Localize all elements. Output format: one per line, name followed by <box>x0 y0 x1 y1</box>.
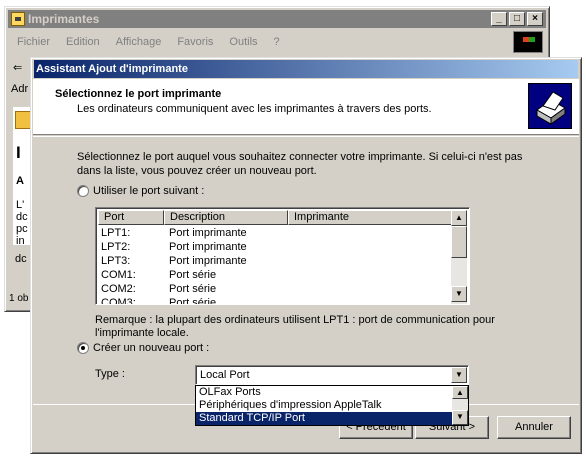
menu-edition[interactable]: Edition <box>58 33 108 53</box>
create-new-port-radio[interactable] <box>77 342 89 354</box>
printer-folder-icon <box>11 12 25 26</box>
ports-list-header: Port Description Imprimante <box>98 210 453 225</box>
ports-list[interactable]: Port Description Imprimante LPT1: Port im… <box>95 207 470 305</box>
create-new-port-label: Créer un nouveau port : <box>93 342 210 354</box>
chevron-down-icon[interactable]: ▼ <box>451 367 467 383</box>
close-button[interactable]: × <box>527 12 543 26</box>
create-new-port-option[interactable]: Créer un nouveau port : <box>77 342 209 354</box>
wizard-title-bar[interactable]: Assistant Ajout d'imprimante <box>34 60 578 78</box>
use-existing-port-label: Utiliser le port suivant : <box>93 185 205 197</box>
instructions-text: Sélectionnez le port auquel vous souhait… <box>77 151 523 177</box>
menu-favoris[interactable]: Favoris <box>169 33 221 53</box>
description-cell: Port série <box>169 297 217 305</box>
menu-outils[interactable]: Outils <box>221 33 265 53</box>
minimize-button[interactable]: _ <box>491 12 507 26</box>
scroll-up-icon[interactable]: ▲ <box>452 386 468 399</box>
maximize-button[interactable]: □ <box>509 12 525 26</box>
webview-text: dc <box>15 253 27 265</box>
use-existing-port-option[interactable]: Utiliser le port suivant : <box>77 185 204 197</box>
port-cell: LPT2: <box>101 241 131 253</box>
port-type-dropdown-list[interactable]: OLFax Ports Périphériques d'impression A… <box>195 385 469 426</box>
scroll-up-icon[interactable]: ▲ <box>451 210 467 226</box>
webview-text: in <box>16 235 25 247</box>
use-existing-port-radio[interactable] <box>77 185 89 197</box>
remark-text: Remarque : la plupart des ordinateurs ut… <box>95 314 495 339</box>
ports-list-scrollbar[interactable]: ▲ ▼ <box>451 210 467 304</box>
description-cell: Port imprimante <box>169 255 247 267</box>
menu-bar: Fichier Edition Affichage Favoris Outils… <box>9 33 288 53</box>
cancel-button[interactable]: Annuler <box>497 416 571 439</box>
dropdown-scrollbar[interactable]: ▲ ▼ <box>452 386 468 425</box>
webview-fragment: A <box>16 175 24 187</box>
scroll-down-icon[interactable]: ▼ <box>451 286 467 302</box>
menu-fichier[interactable]: Fichier <box>9 33 58 53</box>
description-cell: Port série <box>169 269 217 281</box>
port-cell: COM1: <box>101 269 136 281</box>
menu-affichage[interactable]: Affichage <box>108 33 170 53</box>
windows-logo-icon <box>513 31 543 53</box>
table-row[interactable]: LPT3: Port imprimante <box>98 254 286 268</box>
column-printer[interactable]: Imprimante <box>288 210 453 225</box>
back-arrow-icon[interactable]: ⇐ <box>13 61 22 74</box>
webview-text: pc <box>16 223 28 235</box>
port-cell: LPT3: <box>101 255 131 267</box>
type-label: Type : <box>95 368 125 380</box>
printers-title: Imprimantes <box>28 12 100 26</box>
table-row[interactable]: COM2: Port série <box>98 282 286 296</box>
port-cell: LPT1: <box>101 227 131 239</box>
description-cell: Port imprimante <box>169 241 247 253</box>
webview-heading: I <box>16 143 21 162</box>
table-row[interactable]: COM3: Port série <box>98 296 286 305</box>
description-cell: Port série <box>169 283 217 295</box>
dropdown-option-selected[interactable]: Standard TCP/IP Port <box>196 412 452 425</box>
port-cell: COM3: <box>101 297 136 305</box>
dropdown-option[interactable]: OLFax Ports <box>196 386 452 399</box>
wizard-header: Sélectionnez le port imprimante Les ordi… <box>33 79 579 135</box>
table-row[interactable]: LPT1: Port imprimante <box>98 226 286 240</box>
scroll-thumb[interactable] <box>451 226 467 258</box>
column-port[interactable]: Port <box>98 210 164 225</box>
header-subtitle: Les ordinateurs communiquent avec les im… <box>77 103 432 115</box>
table-row[interactable]: COM1: Port série <box>98 268 286 282</box>
description-cell: Port imprimante <box>169 227 247 239</box>
table-row[interactable]: LPT2: Port imprimante <box>98 240 286 254</box>
scroll-down-icon[interactable]: ▼ <box>452 410 468 425</box>
port-type-value: Local Port <box>200 369 250 381</box>
printer-wizard-icon <box>528 83 572 129</box>
webview-text: dc <box>16 211 28 223</box>
menu-help[interactable]: ? <box>266 33 288 53</box>
dropdown-option[interactable]: Périphériques d'impression AppleTalk <box>196 399 452 412</box>
address-label: Adr <box>11 83 29 95</box>
printers-title-bar[interactable]: Imprimantes _ □ × <box>8 10 546 28</box>
port-type-select[interactable]: Local Port ▼ <box>195 365 469 385</box>
add-printer-wizard: Assistant Ajout d'imprimante Sélectionne… <box>30 57 582 454</box>
column-description[interactable]: Description <box>164 210 288 225</box>
webview-text: L' <box>16 199 25 211</box>
port-cell: COM2: <box>101 283 136 295</box>
header-title: Sélectionnez le port imprimante <box>55 88 222 100</box>
